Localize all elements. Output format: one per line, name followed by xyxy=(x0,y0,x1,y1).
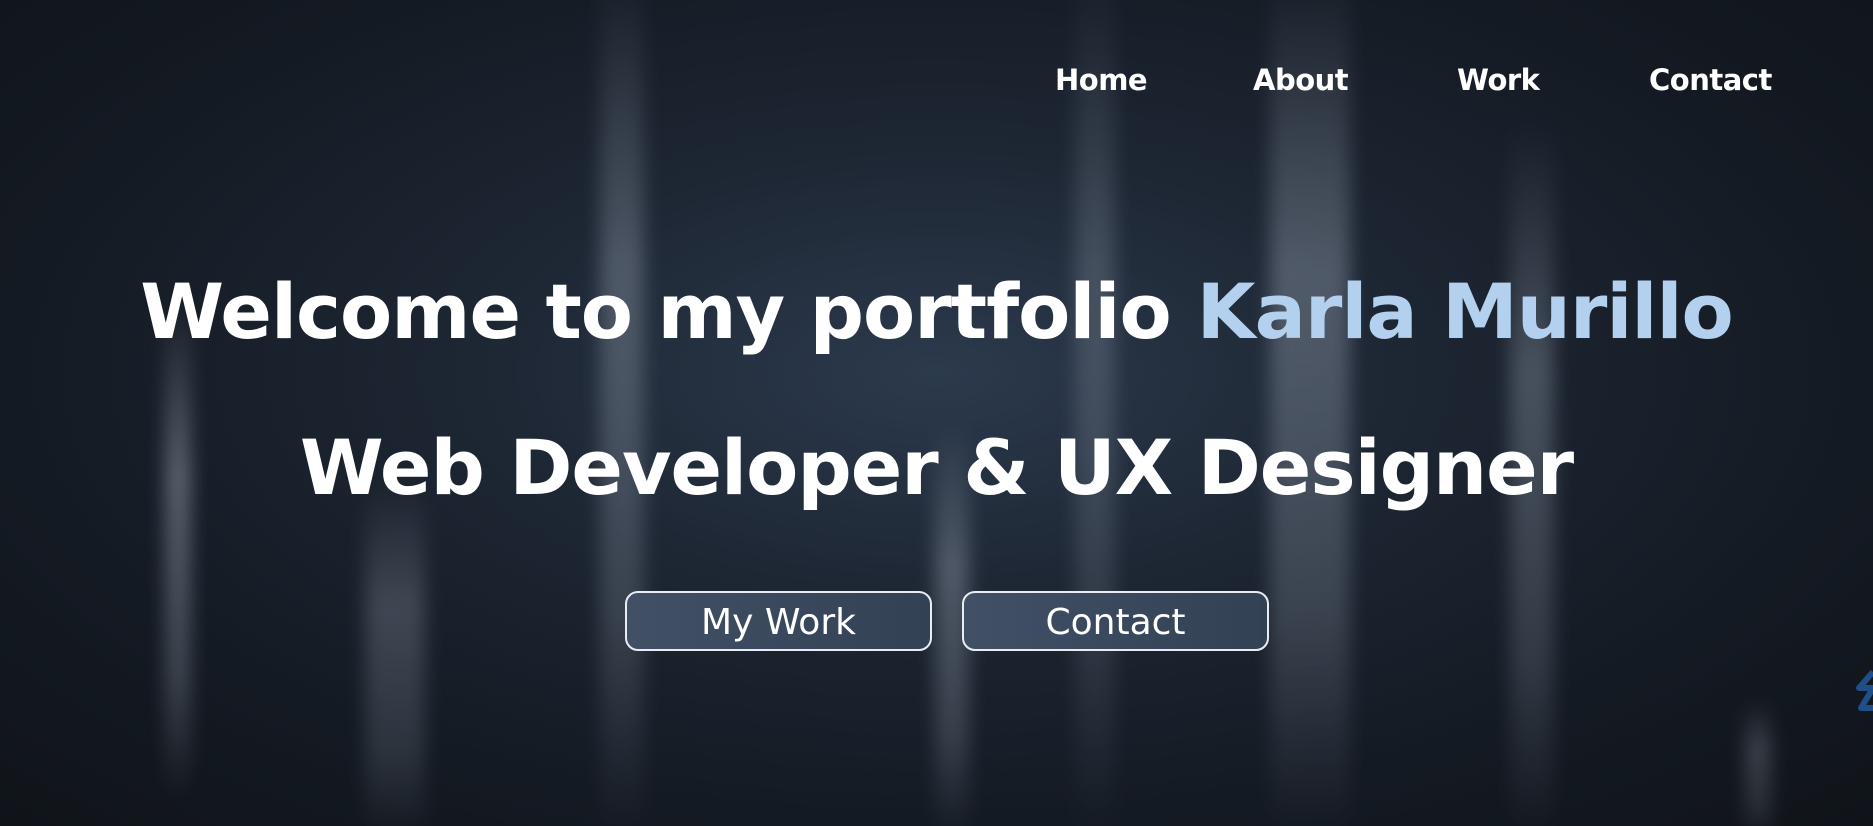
main-nav: Home About Work Contact xyxy=(0,58,1873,108)
light-streak xyxy=(365,480,425,826)
nav-home-link[interactable]: Home xyxy=(1055,58,1148,102)
partial-arrow-icon[interactable] xyxy=(1853,668,1873,714)
light-streak xyxy=(1745,700,1771,826)
light-streak xyxy=(1270,0,1350,826)
role-title: Web Developer & UX Designer xyxy=(299,423,1574,512)
my-work-button[interactable]: My Work xyxy=(625,591,932,651)
light-streak xyxy=(1075,0,1115,826)
nav-contact-link[interactable]: Contact xyxy=(1649,58,1772,102)
light-streak xyxy=(600,0,644,826)
contact-button[interactable]: Contact xyxy=(962,591,1269,651)
hero-section: Home About Work Contact Welcome to my po… xyxy=(0,0,1873,826)
owner-name: Karla Murillo xyxy=(1196,267,1734,356)
nav-work-link[interactable]: Work xyxy=(1457,58,1540,102)
light-streak xyxy=(165,300,191,800)
nav-about-link[interactable]: About xyxy=(1253,58,1349,102)
hero-headline: Welcome to my portfolio Karla Murillo xyxy=(0,262,1873,362)
hero-actions: My Work Contact xyxy=(625,591,1275,655)
welcome-text: Welcome to my portfolio xyxy=(140,267,1171,356)
